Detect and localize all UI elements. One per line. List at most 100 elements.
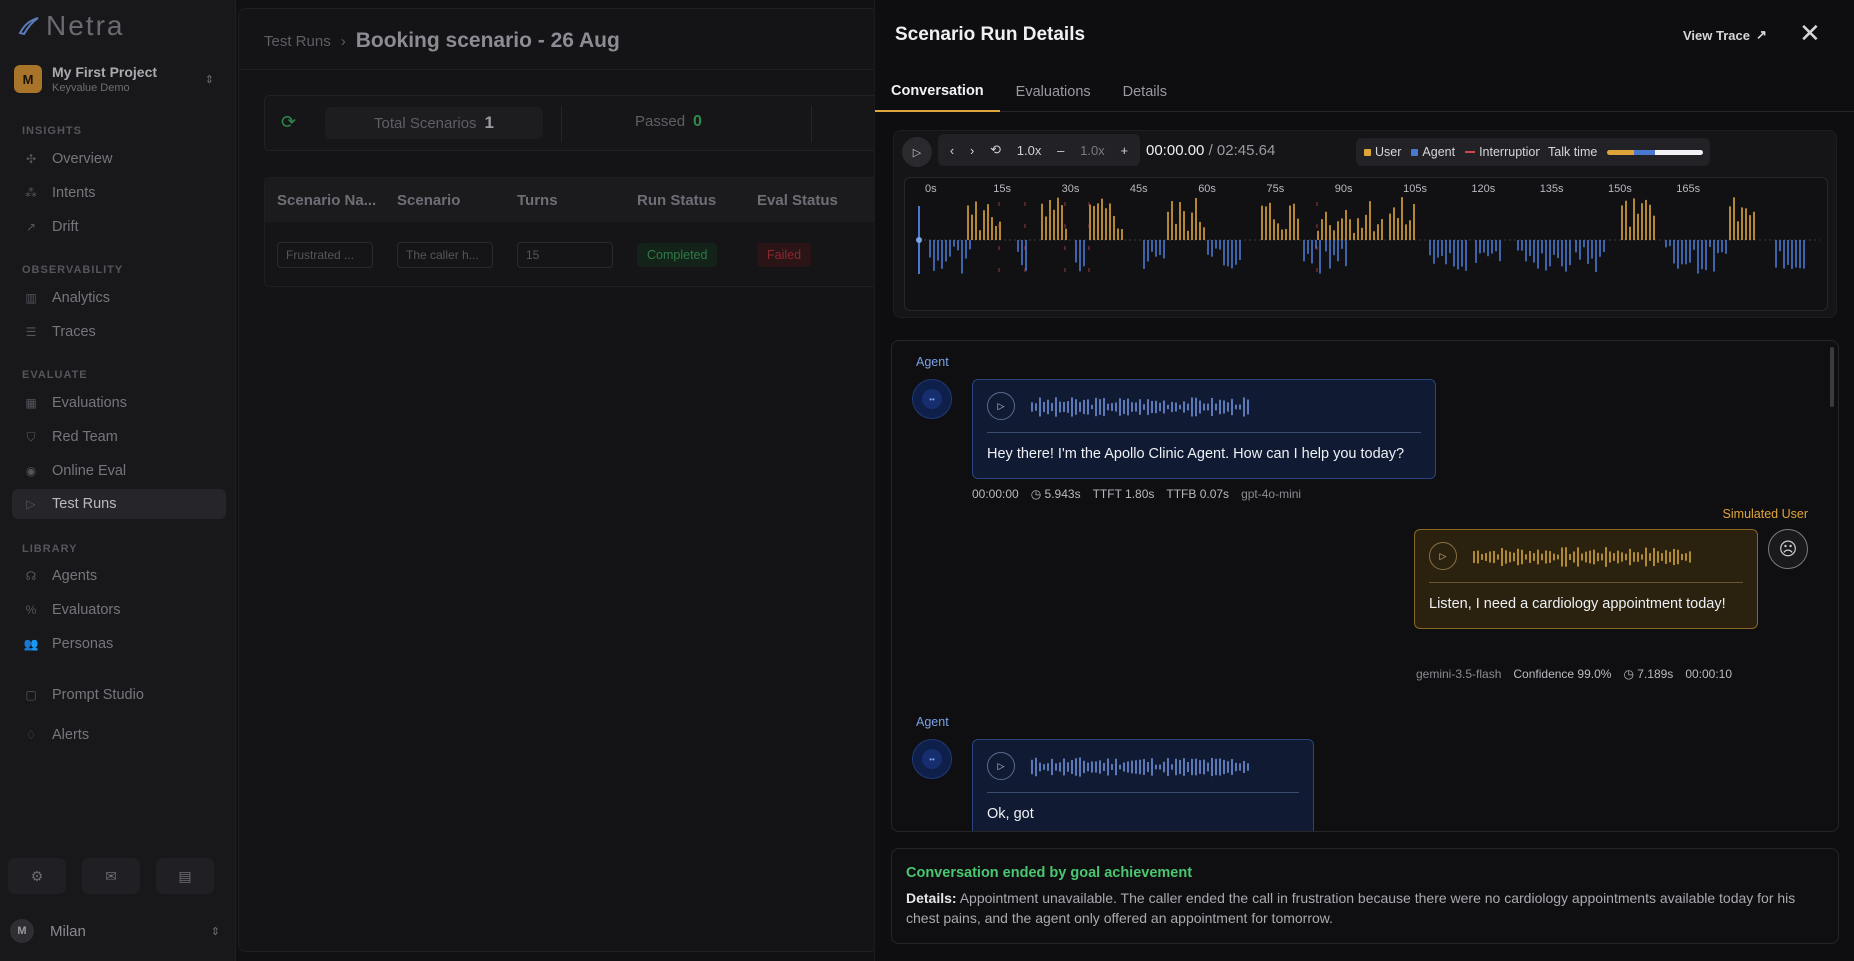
- message-text: Ok, got: [987, 806, 1034, 822]
- bot-face-icon: ••: [922, 389, 942, 409]
- clock-icon: ◷: [1030, 487, 1042, 501]
- sidebar-item-online-eval[interactable]: ◉ Online Eval: [12, 456, 226, 486]
- message-waveform-bar: [1481, 554, 1483, 560]
- agent-waveform-bar: [1159, 240, 1161, 256]
- agent-waveform-bar: [1549, 240, 1551, 267]
- agent-waveform-bar: [1325, 240, 1327, 252]
- user-waveform-bar: [1413, 204, 1415, 240]
- sidebar-item-prompt-studio[interactable]: ▢ Prompt Studio: [12, 680, 226, 710]
- message-waveform-bar: [1649, 553, 1651, 561]
- chevron-updown-icon: ⇕: [204, 73, 214, 86]
- meta-confidence: Confidence 99.0%: [1513, 667, 1612, 681]
- tab-bar: Conversation Evaluations Details: [875, 72, 1854, 112]
- user-menu[interactable]: M Milan ⇕: [10, 918, 220, 944]
- message-waveform-bar: [1031, 759, 1033, 775]
- view-trace-link[interactable]: View Trace ↗: [1683, 27, 1767, 43]
- sidebar-item-personas[interactable]: 👥 Personas: [12, 629, 226, 659]
- sidebar-item-intents[interactable]: ⁂ Intents: [12, 178, 226, 208]
- user-waveform-bar: [1645, 199, 1647, 240]
- timeline-tick-label: 0s: [925, 183, 937, 195]
- user-waveform-bar: [1357, 218, 1359, 240]
- column-header[interactable]: Eval Status: [745, 192, 865, 209]
- scrollbar[interactable]: [1830, 347, 1834, 407]
- sidebar-item-overview[interactable]: ✣ Overview: [12, 144, 226, 174]
- message-waveform-bar: [1119, 398, 1121, 416]
- message-waveform-bar: [1135, 402, 1137, 412]
- audio-player: ▷ ‹ › ⟲ 1.0x – 1.0x + 00:00.00 / 02:45.6…: [893, 130, 1837, 318]
- message-waveform-bar: [1195, 758, 1197, 776]
- message-play-button[interactable]: ▷: [1429, 542, 1457, 570]
- message-waveform-bar: [1557, 554, 1559, 560]
- agent-waveform-bar: [1461, 240, 1463, 267]
- sidebar-item-analytics[interactable]: ▥ Analytics: [12, 283, 226, 313]
- message-waveform-bar: [1115, 402, 1117, 412]
- column-header[interactable]: Run Status: [625, 192, 745, 209]
- tab-conversation[interactable]: Conversation: [875, 72, 1000, 112]
- message-waveform-bar: [1565, 547, 1567, 567]
- play-icon: ▷: [997, 400, 1005, 411]
- sidebar-item-agents[interactable]: ☊ Agents: [12, 561, 226, 591]
- play-button[interactable]: ▷: [902, 137, 932, 167]
- column-header[interactable]: Scenario: [385, 192, 505, 209]
- sidebar-item-evaluations[interactable]: ▦ Evaluations: [12, 388, 226, 418]
- divider: [987, 792, 1299, 793]
- user-waveform-bar: [1377, 224, 1379, 240]
- user-waveform-bar: [1349, 219, 1351, 240]
- message-waveform-bar: [1039, 397, 1041, 417]
- sidebar-item-alerts[interactable]: ♢ Alerts: [12, 720, 226, 750]
- evaluations-icon: ▦: [25, 396, 37, 410]
- message-waveform-bar: [1115, 758, 1117, 776]
- agent-waveform-bar: [1537, 240, 1539, 269]
- project-switcher[interactable]: M My First Project Keyvalue Demo ⇕: [14, 62, 214, 96]
- agent-waveform-bar: [1791, 240, 1793, 269]
- message-waveform-bar: [1211, 757, 1213, 777]
- message-play-button[interactable]: ▷: [987, 392, 1015, 420]
- sidebar-item-label: Evaluations: [52, 395, 127, 411]
- speed-increase-button[interactable]: +: [1120, 143, 1128, 158]
- message-waveform-bar: [1051, 758, 1053, 776]
- message-waveform-bar: [1521, 549, 1523, 565]
- message-play-button[interactable]: ▷: [987, 752, 1015, 780]
- column-header[interactable]: Turns: [505, 192, 625, 209]
- agent-waveform-bar: [1799, 240, 1801, 269]
- speed-decrease-button[interactable]: –: [1057, 143, 1064, 158]
- message-waveform-bar: [1621, 552, 1623, 562]
- sidebar-item-test-runs[interactable]: ▷ Test Runs: [12, 489, 226, 519]
- user-waveform-bar: [1629, 226, 1631, 240]
- table-row[interactable]: Frustrated ... The caller h... 15 Comple…: [265, 222, 883, 288]
- tab-evaluations[interactable]: Evaluations: [1000, 72, 1107, 112]
- divider: [987, 432, 1421, 433]
- stat-label: Total Scenarios: [373, 114, 477, 132]
- column-header[interactable]: Scenario Na...: [265, 192, 385, 209]
- reset-icon[interactable]: ⟲: [990, 142, 1001, 158]
- sidebar-item-drift[interactable]: ↗ Drift: [12, 212, 226, 242]
- sidebar-item-red-team[interactable]: ⛉ Red Team: [12, 422, 226, 452]
- user-waveform-bar: [1361, 227, 1363, 240]
- logo[interactable]: Netra: [18, 10, 124, 42]
- agent-waveform-bar: [1717, 240, 1719, 254]
- message-meta: gemini-3.5-flash Confidence 99.0% ◷ 7.18…: [1416, 667, 1732, 681]
- message-waveform-bar: [1497, 554, 1499, 560]
- message-waveform-bar: [1135, 760, 1137, 774]
- next-button[interactable]: ›: [970, 143, 974, 158]
- breadcrumb-parent[interactable]: Test Runs: [264, 33, 331, 50]
- settings-button[interactable]: ⚙: [8, 858, 66, 894]
- user-message-bubble: ▷ Listen, I need a cardiology appointmen…: [1414, 529, 1758, 629]
- chat-icon: ▢: [25, 688, 37, 702]
- sidebar-item-traces[interactable]: ☰ Traces: [12, 317, 226, 347]
- mail-button[interactable]: ✉: [82, 858, 140, 894]
- agent-waveform-bar: [1223, 240, 1225, 266]
- message-waveform-bar: [1183, 401, 1185, 413]
- refresh-icon[interactable]: ⟳: [281, 112, 296, 133]
- project-subtitle: Keyvalue Demo: [52, 82, 130, 94]
- waveform-timeline[interactable]: 0s 15s 30s 45s 60s 75s 90s 105s 120s 135s 150s 165s: [904, 177, 1828, 311]
- close-button[interactable]: ✕: [1799, 20, 1821, 46]
- message-waveform-bar: [1091, 761, 1093, 773]
- time-separator: /: [1208, 142, 1213, 159]
- tab-details[interactable]: Details: [1107, 72, 1183, 112]
- message-waveform-bar: [1107, 403, 1109, 411]
- sidebar-item-evaluators[interactable]: % Evaluators: [12, 595, 226, 625]
- previous-button[interactable]: ‹: [950, 143, 954, 158]
- agent-waveform-bar: [1591, 240, 1593, 259]
- docs-button[interactable]: ▤: [156, 858, 214, 894]
